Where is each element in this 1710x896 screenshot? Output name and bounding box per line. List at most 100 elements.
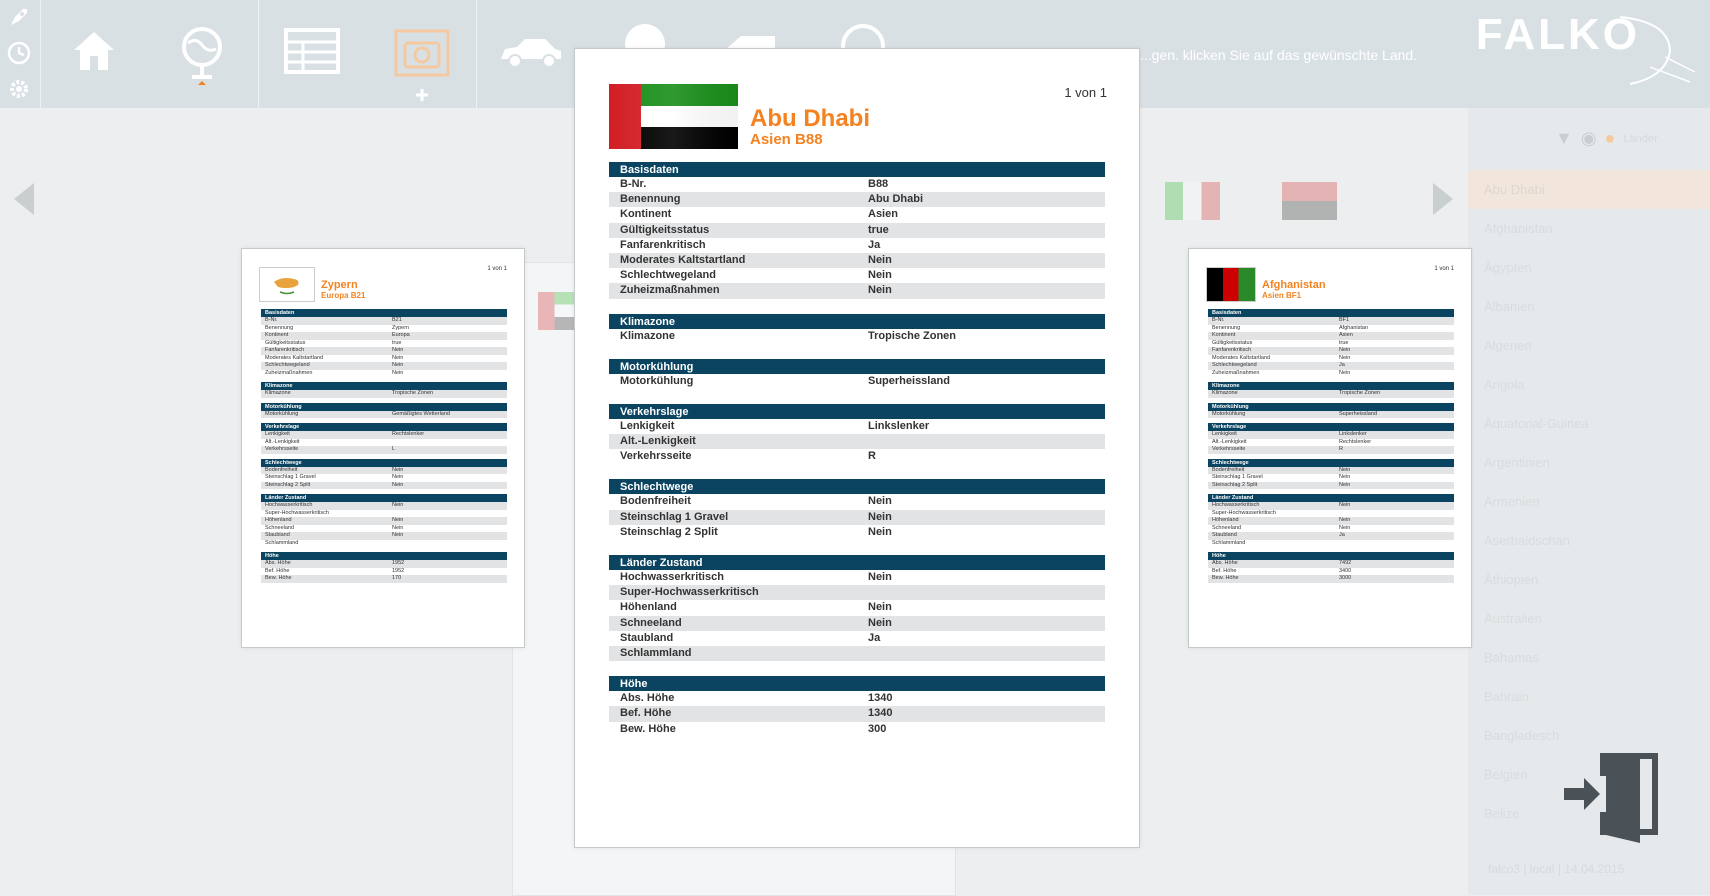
gear-icon[interactable] bbox=[4, 74, 34, 104]
country-list-item[interactable]: Armenien bbox=[1468, 482, 1710, 521]
data-row: Zuheizmaßnahmen Nein bbox=[261, 370, 507, 378]
country-list-item[interactable]: Ägypten bbox=[1468, 248, 1710, 287]
data-row: Schneeland Nein bbox=[1208, 525, 1454, 533]
info-icon[interactable] bbox=[838, 20, 888, 50]
country-list-item[interactable]: Argentinien bbox=[1468, 443, 1710, 482]
country-list-item[interactable]: Aserbaidschan bbox=[1468, 521, 1710, 560]
eye-icon[interactable]: ◉ bbox=[1581, 128, 1597, 149]
toolbar-separator bbox=[476, 0, 477, 108]
row-label: Zuheizmaßnahmen bbox=[265, 369, 313, 376]
country-list-item[interactable]: Albanien bbox=[1468, 287, 1710, 326]
status-footer: falco3 | local | 14.04.2015 bbox=[1488, 862, 1625, 876]
car-icon[interactable] bbox=[496, 34, 566, 70]
data-row: Klimazone Tropische Zonen bbox=[261, 390, 507, 398]
row-value: Nein bbox=[392, 466, 404, 473]
row-label: Verkehrsseite bbox=[620, 450, 692, 463]
section-header: Schlechtwege bbox=[1208, 458, 1454, 467]
section-header: Motorkühlung bbox=[609, 358, 1105, 374]
data-row: Hochwasserkritisch Nein bbox=[1208, 502, 1454, 510]
row-value: L bbox=[392, 446, 396, 452]
home-icon[interactable] bbox=[66, 22, 122, 78]
flag-afghanistan-icon bbox=[1206, 267, 1256, 302]
data-row: Motorkühlung Superheissland bbox=[1208, 410, 1454, 418]
section-header: Basisdaten bbox=[1208, 309, 1454, 317]
country-list-item[interactable]: Bahrain bbox=[1468, 677, 1710, 716]
row-label: Schlechtwegeland bbox=[265, 362, 310, 368]
row-value: Nein bbox=[1339, 354, 1351, 361]
country-list-item[interactable]: Äquatorial-Guinea bbox=[1468, 404, 1710, 443]
data-row: Abs. Höhe 1340 bbox=[609, 691, 1105, 706]
sun-icon[interactable]: ● bbox=[1605, 128, 1616, 149]
row-label: Lenkigkeit bbox=[620, 419, 675, 432]
country-list-item[interactable]: Afghanistan bbox=[1468, 209, 1710, 248]
row-label: Schlammland bbox=[265, 539, 299, 546]
row-value: Nein bbox=[1339, 481, 1351, 488]
page-indicator: 1 von 1 bbox=[487, 266, 507, 272]
row-label: Bew. Höhe bbox=[265, 575, 292, 581]
row-label: Motorkühlung bbox=[620, 374, 694, 387]
data-row: Schneeland Nein bbox=[609, 615, 1105, 631]
data-row: Steinschlag 1 Gravel Nein bbox=[609, 509, 1105, 525]
data-row: B-Nr. B21 bbox=[261, 317, 507, 325]
clock-icon[interactable] bbox=[4, 38, 34, 68]
next-arrow[interactable] bbox=[1433, 183, 1453, 215]
row-value: Nein bbox=[392, 362, 404, 368]
data-row: Zuheizmaßnahmen Nein bbox=[1208, 370, 1454, 378]
country-list-item[interactable]: Abu Dhabi bbox=[1468, 170, 1710, 209]
row-label: Schlammland bbox=[620, 646, 692, 659]
section-header: Höhe bbox=[609, 676, 1105, 692]
rocket-icon[interactable] bbox=[4, 2, 34, 32]
row-label: Gültigkeitsstatus bbox=[620, 223, 710, 236]
data-row: Motorkühlung Gemäßigtes Wetterland bbox=[261, 410, 507, 418]
row-value: Nein bbox=[392, 369, 404, 376]
document-preview-left[interactable]: 1 von 1 Zypern Europa B21 Basisdaten B-Nr… bbox=[241, 248, 525, 648]
row-value: Ja bbox=[1339, 362, 1345, 368]
country-list-item[interactable]: Äthiopien bbox=[1468, 560, 1710, 599]
row-value: Nein bbox=[392, 517, 404, 523]
country-list-item[interactable]: Australien bbox=[1468, 599, 1710, 638]
row-value: 1340 bbox=[868, 707, 893, 720]
row-value: Nein bbox=[868, 616, 892, 629]
section: Höhe Abs. Höhe 1952 Bef. Höhe 1952 Bew. Höhe 1… bbox=[261, 552, 507, 583]
table-icon[interactable] bbox=[282, 26, 342, 76]
row-value: Nein bbox=[392, 354, 404, 361]
section: Höhe Abs. Höhe 1340 Bef. Höhe 1340 Bew. Höhe 3… bbox=[609, 676, 1105, 737]
row-value: Nein bbox=[868, 525, 892, 538]
data-row: Bew. Höhe 3000 bbox=[1208, 575, 1454, 583]
data-row: Höhenland Nein bbox=[1208, 517, 1454, 525]
row-label: Alt.-Lenkigkeit bbox=[620, 435, 696, 448]
row-label: Steinschlag 2 Split bbox=[265, 481, 311, 488]
section: Klimazone Klimazone Tropische Zonen bbox=[261, 382, 507, 398]
data-row: Zuheizmaßnahmen Nein bbox=[609, 283, 1105, 299]
section-header: Basisdaten bbox=[261, 309, 507, 317]
row-label: Steinschlag 1 Gravel bbox=[265, 474, 316, 480]
row-value: Nein bbox=[1339, 502, 1351, 508]
row-value: Abu Dhabi bbox=[868, 193, 923, 206]
globe-icon[interactable] bbox=[174, 22, 230, 92]
country-list-item[interactable]: Bahamas bbox=[1468, 638, 1710, 677]
row-value: Asien bbox=[868, 208, 898, 221]
country-list-item[interactable]: Angola bbox=[1468, 365, 1710, 404]
document-main[interactable]: 1 von 1 Abu Dhabi Asien B88 Basisdaten B-… bbox=[574, 48, 1140, 848]
row-value: 1340 bbox=[868, 692, 893, 705]
row-label: Schneeland bbox=[1212, 524, 1242, 531]
country-list-item[interactable]: Algerien bbox=[1468, 326, 1710, 365]
data-row: Super-Hochwasserkritisch bbox=[609, 585, 1105, 601]
exit-door-icon[interactable] bbox=[1562, 750, 1662, 845]
row-label: Bodenfreiheit bbox=[265, 466, 298, 473]
data-row: Alt.-Lenkigkeit Rechtslenker bbox=[1208, 439, 1454, 447]
filter-icon[interactable]: ▼ bbox=[1555, 128, 1573, 149]
document-preview-right[interactable]: 1 von 1 Afghanistan Asien BF1 Basisdaten… bbox=[1188, 248, 1472, 648]
tag-icon[interactable] bbox=[720, 30, 780, 50]
world-icon[interactable] bbox=[620, 20, 670, 50]
section-header: Höhe bbox=[1208, 552, 1454, 560]
camera-icon[interactable] bbox=[392, 26, 452, 106]
section-header: Klimazone bbox=[261, 382, 507, 390]
row-label: Bodenfreiheit bbox=[1212, 466, 1245, 473]
data-row: Abs. Höhe 7492 bbox=[1208, 560, 1454, 568]
row-value: 170 bbox=[392, 575, 402, 581]
section-header: Höhe bbox=[261, 552, 507, 560]
row-label: Staubland bbox=[620, 631, 674, 644]
previous-arrow[interactable] bbox=[14, 183, 34, 215]
row-label: Bew. Höhe bbox=[1212, 575, 1239, 581]
